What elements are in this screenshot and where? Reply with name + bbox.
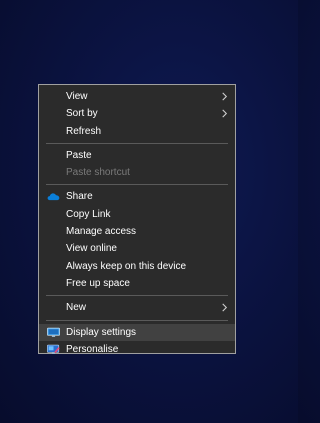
menu-item-new-label: New <box>66 302 87 314</box>
personalise-icon <box>47 344 60 354</box>
display-monitor-icon <box>47 327 60 337</box>
menu-item-view[interactable]: View <box>39 88 235 105</box>
menu-separator <box>46 142 228 144</box>
menu-item-share-label: Share <box>66 191 93 203</box>
menu-item-display-settings-label: Display settings <box>66 326 137 338</box>
menu-item-copy-link-label: Copy Link <box>66 208 111 220</box>
menu-item-paste-shortcut: Paste shortcut <box>39 164 235 181</box>
menu-item-free-up-space[interactable]: Free up space <box>39 275 235 292</box>
menu-item-display-settings[interactable]: Display settings <box>39 323 235 341</box>
chevron-right-icon <box>222 109 228 118</box>
menu-item-paste[interactable]: Paste <box>39 147 235 164</box>
menu-item-sort-by-label: Sort by <box>66 108 98 120</box>
menu-item-manage-access[interactable]: Manage access <box>39 223 235 240</box>
menu-item-always-keep[interactable]: Always keep on this device <box>39 258 235 275</box>
menu-item-view-label: View <box>66 91 88 102</box>
menu-item-copy-link[interactable]: Copy Link <box>39 206 235 223</box>
menu-item-personalise[interactable]: Personalise <box>39 341 235 358</box>
menu-item-new[interactable]: New <box>39 299 235 316</box>
onedrive-cloud-icon <box>47 193 60 201</box>
menu-item-view-online[interactable]: View online <box>39 240 235 257</box>
menu-separator <box>46 184 228 186</box>
menu-separator <box>46 295 228 297</box>
menu-item-paste-label: Paste <box>66 149 92 161</box>
menu-item-sort-by[interactable]: Sort by <box>39 105 235 122</box>
menu-item-free-up-space-label: Free up space <box>66 277 130 289</box>
menu-item-refresh-label: Refresh <box>66 125 102 137</box>
menu-item-personalise-label: Personalise <box>66 343 119 355</box>
chevron-right-icon <box>222 303 228 312</box>
menu-separator <box>46 319 228 321</box>
menu-item-always-keep-label: Always keep on this device <box>66 260 187 272</box>
menu-item-view-online-label: View online <box>66 243 117 255</box>
chevron-right-icon <box>222 92 228 101</box>
menu-item-refresh[interactable]: Refresh <box>39 123 235 140</box>
menu-item-manage-access-label: Manage access <box>66 226 137 238</box>
menu-item-paste-shortcut-label: Paste shortcut <box>66 167 130 179</box>
desktop-context-menu: View Sort by Refresh Paste Paste shortcu… <box>38 84 236 355</box>
menu-item-share[interactable]: Share <box>39 188 235 205</box>
